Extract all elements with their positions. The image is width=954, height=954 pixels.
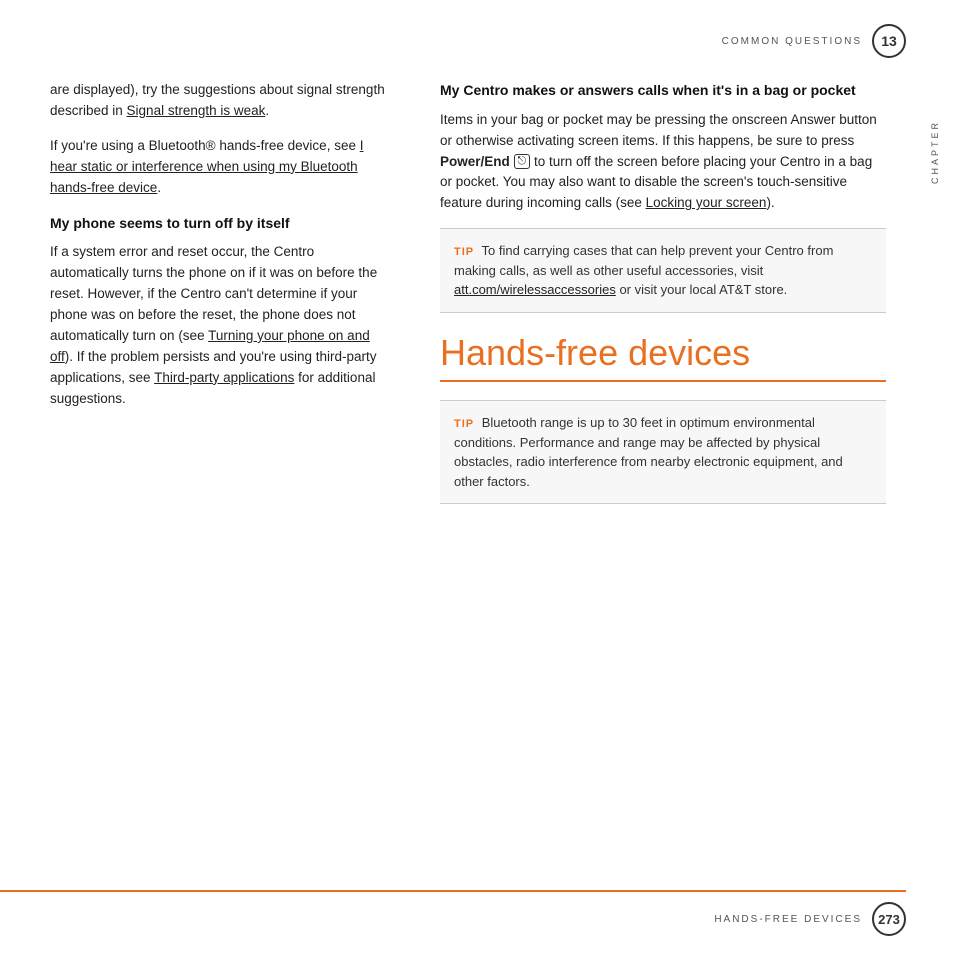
- third-party-link[interactable]: Third-party applications: [154, 370, 294, 385]
- tip2-text: Bluetooth range is up to 30 feet in opti…: [454, 415, 843, 489]
- tip-box-1: TIP To find carrying cases that can help…: [440, 228, 886, 313]
- s2-end: ).: [766, 195, 774, 210]
- footer-label: HANDS-FREE DEVICES: [714, 914, 862, 925]
- att-link[interactable]: att.com/wirelessaccessories: [454, 282, 616, 297]
- chapter-side-label: CHAPTER: [930, 120, 940, 184]
- locking-screen-link[interactable]: Locking your screen: [646, 195, 767, 210]
- left-column: are displayed), try the suggestions abou…: [0, 80, 420, 894]
- chapter-badge: 13: [872, 24, 906, 58]
- section1-heading: My phone seems to turn off by itself: [50, 213, 390, 235]
- page-number: 273: [878, 912, 900, 927]
- tip1-end: or visit your local AT&T store.: [616, 282, 787, 297]
- signal-strength-link[interactable]: Signal strength is weak: [127, 103, 266, 118]
- para1-end: .: [265, 103, 269, 118]
- tip1-label: TIP: [454, 246, 474, 258]
- tip2-label: TIP: [454, 418, 474, 430]
- chapter-number: 13: [881, 33, 897, 49]
- tip-box-2: TIP Bluetooth range is up to 30 feet in …: [440, 400, 886, 504]
- content-area: are displayed), try the suggestions abou…: [0, 80, 906, 894]
- page-badge: 273: [872, 902, 906, 936]
- page-container: COMMON QUESTIONS 13 CHAPTER are displaye…: [0, 0, 954, 954]
- section-label: COMMON QUESTIONS: [722, 36, 862, 47]
- section1-body: If a system error and reset occur, the C…: [50, 242, 390, 409]
- section2-heading: My Centro makes or answers calls when it…: [440, 80, 886, 102]
- para-signal-strength: are displayed), try the suggestions abou…: [50, 80, 390, 122]
- tip1-text: To find carrying cases that can help pre…: [454, 243, 833, 278]
- power-end-bold: Power/End: [440, 154, 510, 169]
- para2-end: .: [157, 180, 161, 195]
- s2-body1: Items in your bag or pocket may be press…: [440, 112, 877, 148]
- top-header: COMMON QUESTIONS 13: [722, 24, 906, 58]
- section-title-large: Hands-free devices: [440, 333, 886, 373]
- section2-body: Items in your bag or pocket may be press…: [440, 110, 886, 215]
- para2-start: If you're using a Bluetooth® hands-free …: [50, 138, 360, 153]
- power-end-icon: ⎋: [514, 154, 531, 169]
- right-column: My Centro makes or answers calls when it…: [420, 80, 906, 894]
- bottom-footer: HANDS-FREE DEVICES 273: [0, 890, 906, 936]
- section-title-container: Hands-free devices: [440, 333, 886, 383]
- para-bluetooth: If you're using a Bluetooth® hands-free …: [50, 136, 390, 199]
